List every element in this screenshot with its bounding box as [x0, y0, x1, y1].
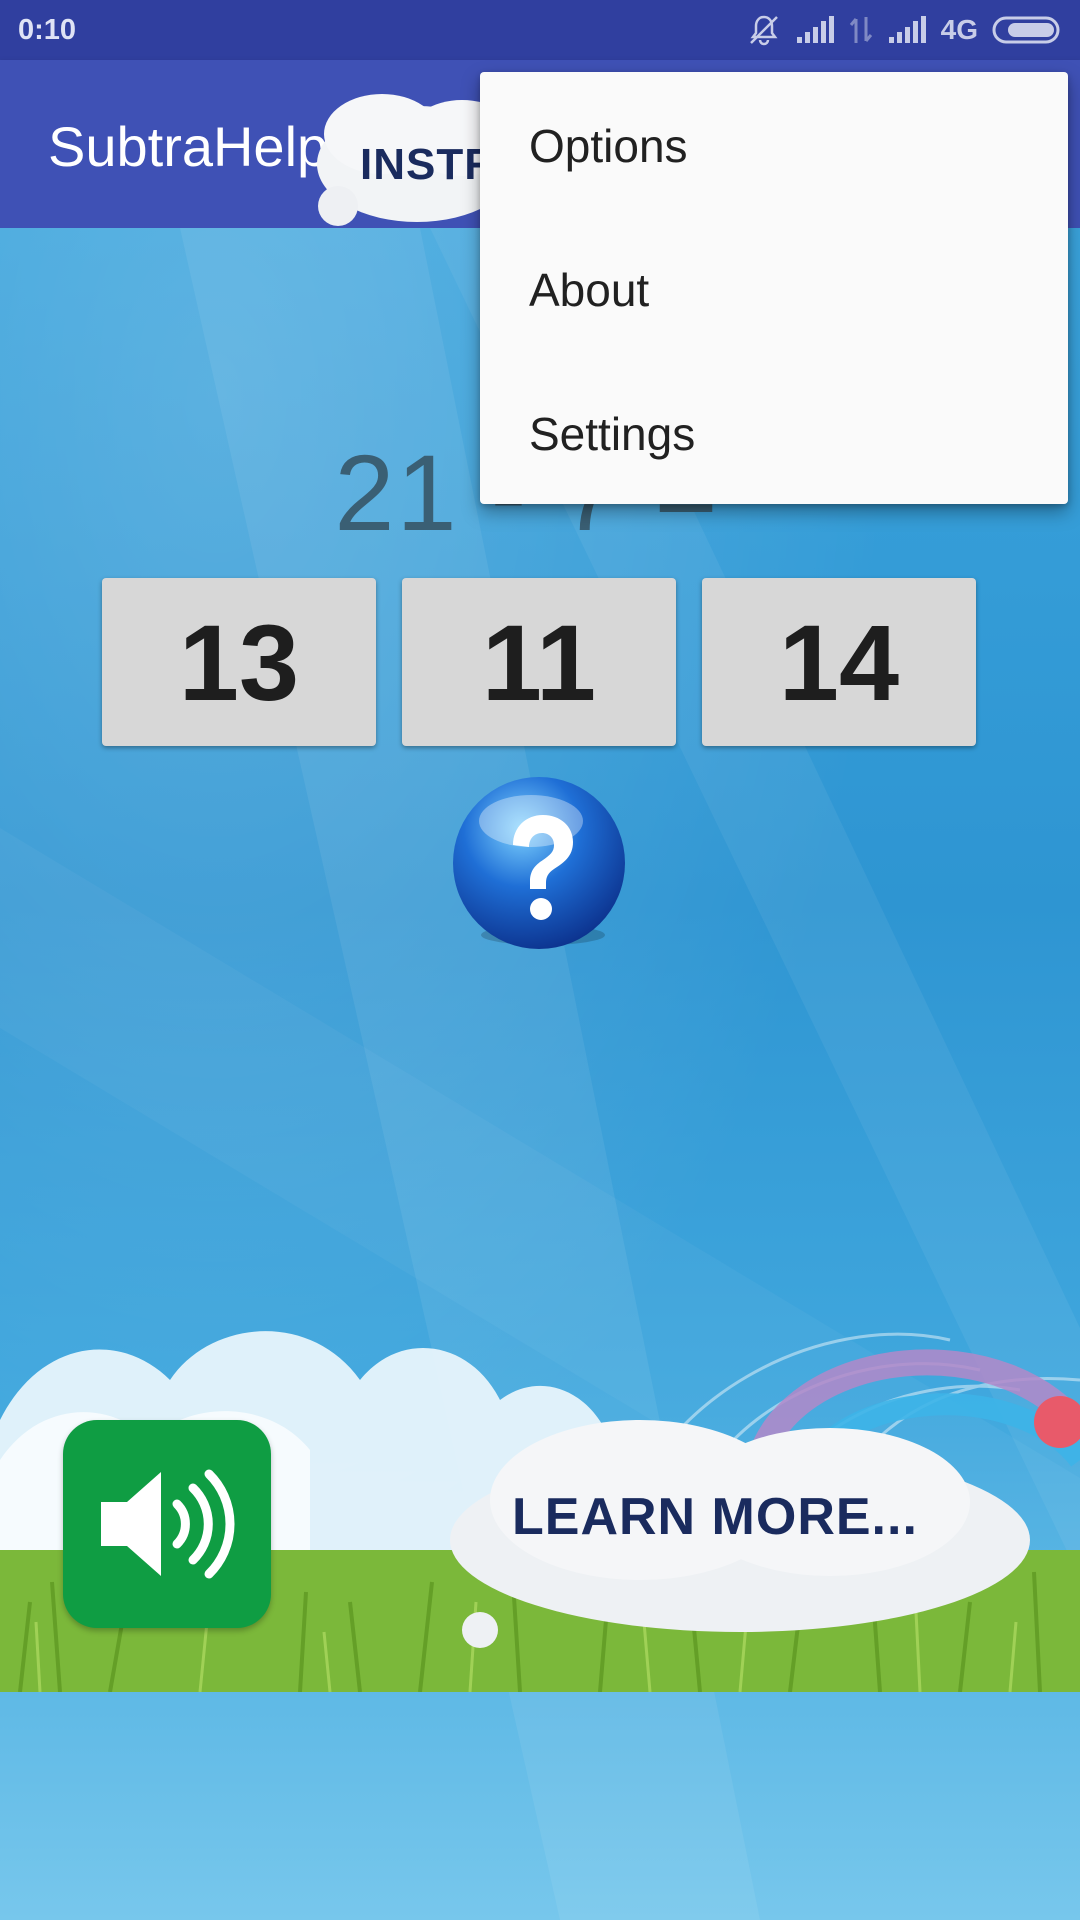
- network-type: 4G: [940, 14, 978, 45]
- answer-button-2[interactable]: 11: [402, 578, 676, 746]
- instructions-label: INSTR: [360, 140, 497, 189]
- bell-muted-icon: [747, 13, 781, 47]
- overflow-menu: Options About Settings: [480, 72, 1068, 504]
- answer-button-3[interactable]: 14: [702, 578, 976, 746]
- data-arrows-icon: [849, 15, 873, 45]
- status-icons: 4G: [747, 13, 1064, 47]
- learn-more-label: LEARN MORE...: [512, 1488, 918, 1546]
- answer-button-1[interactable]: 13: [102, 578, 376, 746]
- menu-item-about[interactable]: About: [480, 218, 1068, 362]
- status-bar: 0:10 4G: [0, 0, 1080, 60]
- signal-icon: [887, 15, 927, 45]
- speaker-icon: [101, 1469, 235, 1579]
- app-title: SubtraHelp: [48, 115, 329, 178]
- help-button[interactable]: [451, 775, 631, 955]
- question-mark-icon: [453, 777, 625, 949]
- status-time: 0:10: [18, 13, 77, 46]
- battery-icon: [992, 15, 1064, 45]
- signal-icon: [795, 15, 835, 45]
- menu-item-settings[interactable]: Settings: [480, 362, 1068, 506]
- sound-toggle-button[interactable]: [63, 1420, 271, 1628]
- menu-item-options[interactable]: Options: [480, 74, 1068, 218]
